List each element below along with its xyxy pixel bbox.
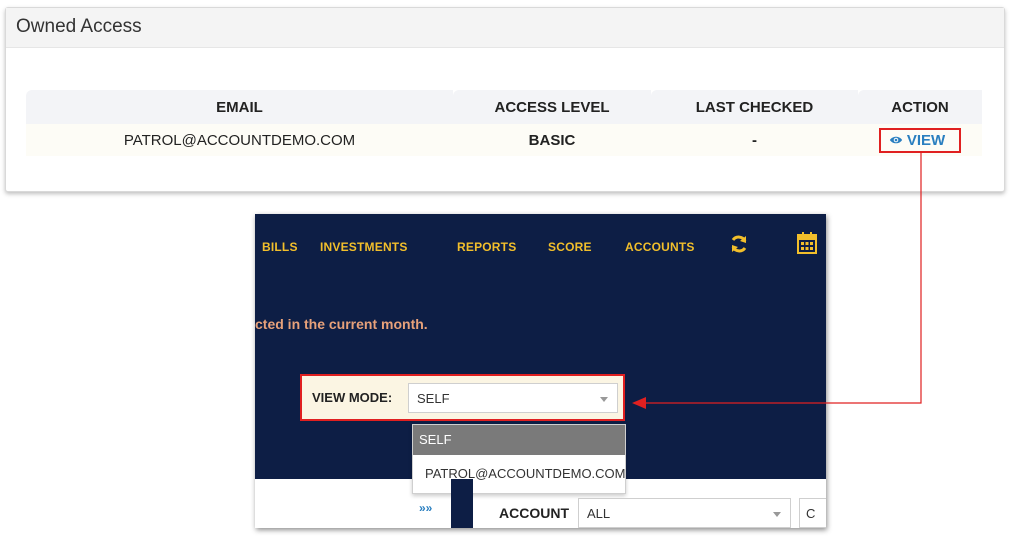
view-mode-control: VIEW MODE: SELF [300,374,625,421]
cell-action: VIEW [858,124,982,156]
view-mode-selected-value: SELF [417,391,450,406]
chevron-down-icon [600,397,608,402]
cell-last-checked: - [651,124,858,156]
cell-access-level: BASIC [453,124,651,156]
toolbar-button[interactable]: C [799,498,826,528]
app-window: BILLS INVESTMENTS REPORTS SCORE ACCOUNTS… [255,214,826,528]
eye-icon [889,136,902,144]
account-label: ACCOUNT [499,505,569,521]
column-header-email: EMAIL [26,90,453,124]
account-selected-value: ALL [587,506,611,521]
nav-item-score[interactable]: SCORE [548,240,592,254]
refresh-icon[interactable] [729,234,749,254]
calendar-icon[interactable] [797,232,817,254]
expand-chevrons-icon[interactable]: »» [419,501,432,515]
cell-email: PATROL@ACCOUNTDEMO.COM [26,124,453,156]
column-header-last-checked: LAST CHECKED [651,90,858,124]
column-header-action: ACTION [858,90,982,124]
nav-item-accounts[interactable]: ACCOUNTS [625,240,695,254]
view-mode-select[interactable]: SELF [408,383,618,413]
nav-item-investments[interactable]: INVESTMENTS [320,240,408,254]
panel-title: Owned Access [6,8,1004,48]
column-header-access-level: ACCESS LEVEL [453,90,651,124]
table-row: PATROL@ACCOUNTDEMO.COM BASIC - VIEW [26,124,982,156]
view-button[interactable]: VIEW [878,127,962,153]
table-header-row: EMAIL ACCESS LEVEL LAST CHECKED ACTION [26,90,982,124]
owned-access-table: EMAIL ACCESS LEVEL LAST CHECKED ACTION P… [26,90,982,156]
account-select[interactable]: ALL [578,498,791,528]
owned-access-panel: Owned Access EMAIL ACCESS LEVEL LAST CHE… [5,7,1005,192]
dropdown-option-self[interactable]: SELF [413,425,625,455]
sidebar-strip [451,479,473,528]
nav-item-bills[interactable]: BILLS [262,240,298,254]
chevron-down-icon [773,512,781,517]
view-mode-dropdown: SELF PATROL@ACCOUNTDEMO.COM [412,424,626,494]
notice-text: cted in the current month. [255,316,428,332]
nav-item-reports[interactable]: REPORTS [457,240,516,254]
view-button-label: VIEW [906,131,946,149]
view-mode-label: VIEW MODE: [312,390,393,405]
dropdown-option-patrol[interactable]: PATROL@ACCOUNTDEMO.COM [413,455,626,493]
